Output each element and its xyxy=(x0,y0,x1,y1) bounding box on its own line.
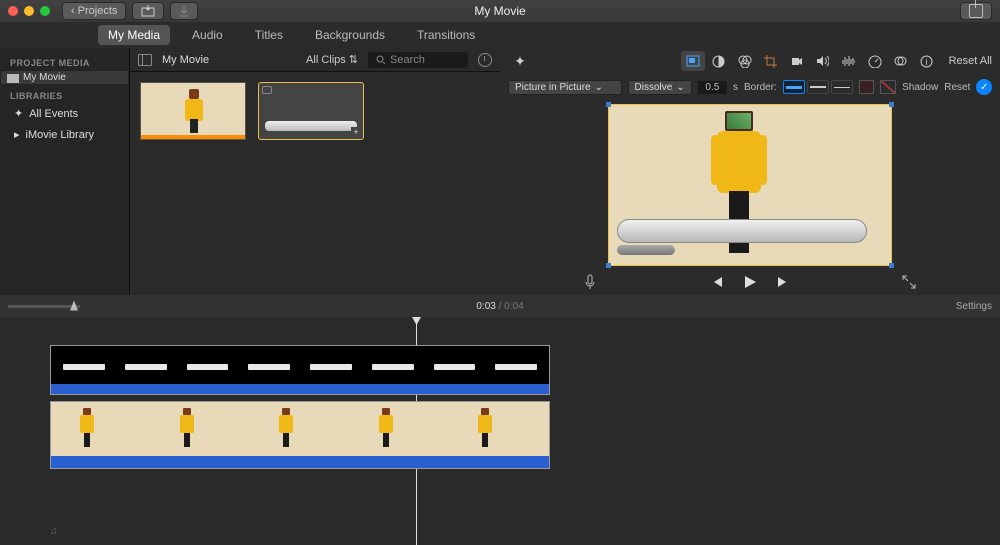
play-button[interactable] xyxy=(742,274,758,290)
media-browser: My Movie All Clips⇅ Search + xyxy=(130,48,500,295)
overlay-mode-select[interactable]: Picture in Picture⌄ xyxy=(508,80,622,95)
transition-select[interactable]: Dissolve⌄ xyxy=(628,80,692,95)
search-input[interactable]: Search xyxy=(368,52,468,68)
window-title: My Movie xyxy=(474,4,525,18)
timeline[interactable]: ♫ xyxy=(0,317,1000,545)
svg-text:i: i xyxy=(926,57,928,67)
camera-icon xyxy=(262,86,272,94)
timeline-header: 0:03 / 0:04 Settings xyxy=(0,295,1000,317)
tab-my-media[interactable]: My Media xyxy=(98,25,170,45)
magic-wand-icon[interactable]: ✦ xyxy=(508,51,532,71)
overlay-small-graphic xyxy=(617,245,675,255)
import-media-button[interactable] xyxy=(132,2,164,20)
adjust-toolbar: ✦ i Reset All xyxy=(500,48,1000,74)
overlay-track-clip[interactable] xyxy=(50,345,550,395)
close-window-button[interactable] xyxy=(8,6,18,16)
reset-all-button[interactable]: Reset All xyxy=(949,55,992,67)
clip-filter-dropdown[interactable]: All Clips⇅ xyxy=(306,53,358,66)
sidebar-toggle-icon[interactable] xyxy=(138,54,152,66)
overlay-bar-graphic xyxy=(617,219,867,243)
sort-icon: ⇅ xyxy=(349,53,358,66)
clapper-icon xyxy=(7,73,19,83)
border-thick-button[interactable] xyxy=(783,80,805,94)
reset-button[interactable]: Reset xyxy=(944,82,970,93)
speed-icon[interactable] xyxy=(863,51,887,71)
import-icon xyxy=(141,5,155,17)
border-style-group xyxy=(783,80,853,94)
timecode: 0:03 / 0:04 xyxy=(476,301,523,312)
info-icon[interactable]: i xyxy=(915,51,939,71)
download-button[interactable] xyxy=(170,2,198,20)
pip-frame[interactable] xyxy=(608,104,892,266)
sidebar-section-libraries: LIBRARIES xyxy=(0,85,129,103)
chevron-down-icon: ⌄ xyxy=(676,82,684,93)
clip-thumbnail-1[interactable] xyxy=(140,82,246,140)
next-button[interactable] xyxy=(776,275,790,289)
color-balance-icon[interactable] xyxy=(707,51,731,71)
overlay-tool-icon[interactable] xyxy=(681,51,705,71)
fullscreen-window-button[interactable] xyxy=(40,6,50,16)
color-correction-icon[interactable] xyxy=(733,51,757,71)
clip-thumbnail-2[interactable]: + xyxy=(258,82,364,140)
back-projects-button[interactable]: ‹ Projects xyxy=(62,2,126,20)
share-icon xyxy=(969,4,983,18)
shadow-button[interactable]: Shadow xyxy=(902,82,938,93)
duration-field[interactable]: 0.5 xyxy=(698,81,727,94)
noise-reduction-icon[interactable] xyxy=(837,51,861,71)
search-icon xyxy=(376,55,386,65)
window-controls xyxy=(0,6,58,16)
share-button[interactable] xyxy=(960,2,992,20)
music-note-icon: ♫ xyxy=(50,526,58,537)
apply-check-button[interactable]: ✓ xyxy=(976,79,992,95)
chevron-left-icon: ‹ xyxy=(71,5,75,17)
chevron-down-icon: ⌄ xyxy=(595,82,603,93)
tab-transitions[interactable]: Transitions xyxy=(407,25,485,45)
toolbar-left: ‹ Projects xyxy=(62,2,198,20)
clock-icon[interactable] xyxy=(478,53,492,67)
sidebar-item-all-events[interactable]: ✦ All Events xyxy=(0,103,129,124)
sidebar: PROJECT MEDIA My Movie LIBRARIES ✦ All E… xyxy=(0,48,130,295)
minimize-window-button[interactable] xyxy=(24,6,34,16)
tab-audio[interactable]: Audio xyxy=(182,25,233,45)
border-medium-button[interactable] xyxy=(807,80,829,94)
viewer-panel: ✦ i Reset All Picture in Picture⌄ Dissol… xyxy=(500,48,1000,295)
overlay-options: Picture in Picture⌄ Dissolve⌄ 0.5 s Bord… xyxy=(500,74,1000,100)
border-label: Border: xyxy=(744,82,777,93)
download-icon xyxy=(179,5,189,17)
preview-canvas[interactable] xyxy=(500,100,1000,269)
no-border-button[interactable] xyxy=(880,80,896,94)
add-icon[interactable]: + xyxy=(351,127,361,137)
transport-controls xyxy=(500,269,1000,295)
tab-titles[interactable]: Titles xyxy=(245,25,293,45)
disclosure-triangle-icon: ▸ xyxy=(14,128,20,141)
source-tabs: My Media Audio Titles Backgrounds Transi… xyxy=(0,22,1000,48)
filter-icon[interactable] xyxy=(889,51,913,71)
back-label: Projects xyxy=(78,5,118,17)
fullscreen-icon[interactable] xyxy=(902,275,916,289)
sidebar-item-imovie-library[interactable]: ▸ iMovie Library xyxy=(0,124,129,145)
microphone-icon[interactable] xyxy=(584,274,596,290)
star-icon: ✦ xyxy=(14,107,23,120)
crop-icon[interactable] xyxy=(759,51,783,71)
volume-icon[interactable] xyxy=(811,51,835,71)
primary-track-clip[interactable] xyxy=(50,401,550,469)
prev-button[interactable] xyxy=(710,275,724,289)
zoom-slider[interactable] xyxy=(8,305,80,308)
stabilize-icon[interactable] xyxy=(785,51,809,71)
border-color-swatch[interactable] xyxy=(859,80,875,94)
sidebar-section-project: PROJECT MEDIA xyxy=(0,52,129,70)
timeline-settings-button[interactable]: Settings xyxy=(956,301,992,312)
tab-backgrounds[interactable]: Backgrounds xyxy=(305,25,395,45)
sidebar-item-my-movie[interactable]: My Movie xyxy=(0,70,129,85)
border-thin-button[interactable] xyxy=(831,80,853,94)
titlebar: ‹ Projects My Movie xyxy=(0,0,1000,22)
browser-title: My Movie xyxy=(162,54,296,66)
